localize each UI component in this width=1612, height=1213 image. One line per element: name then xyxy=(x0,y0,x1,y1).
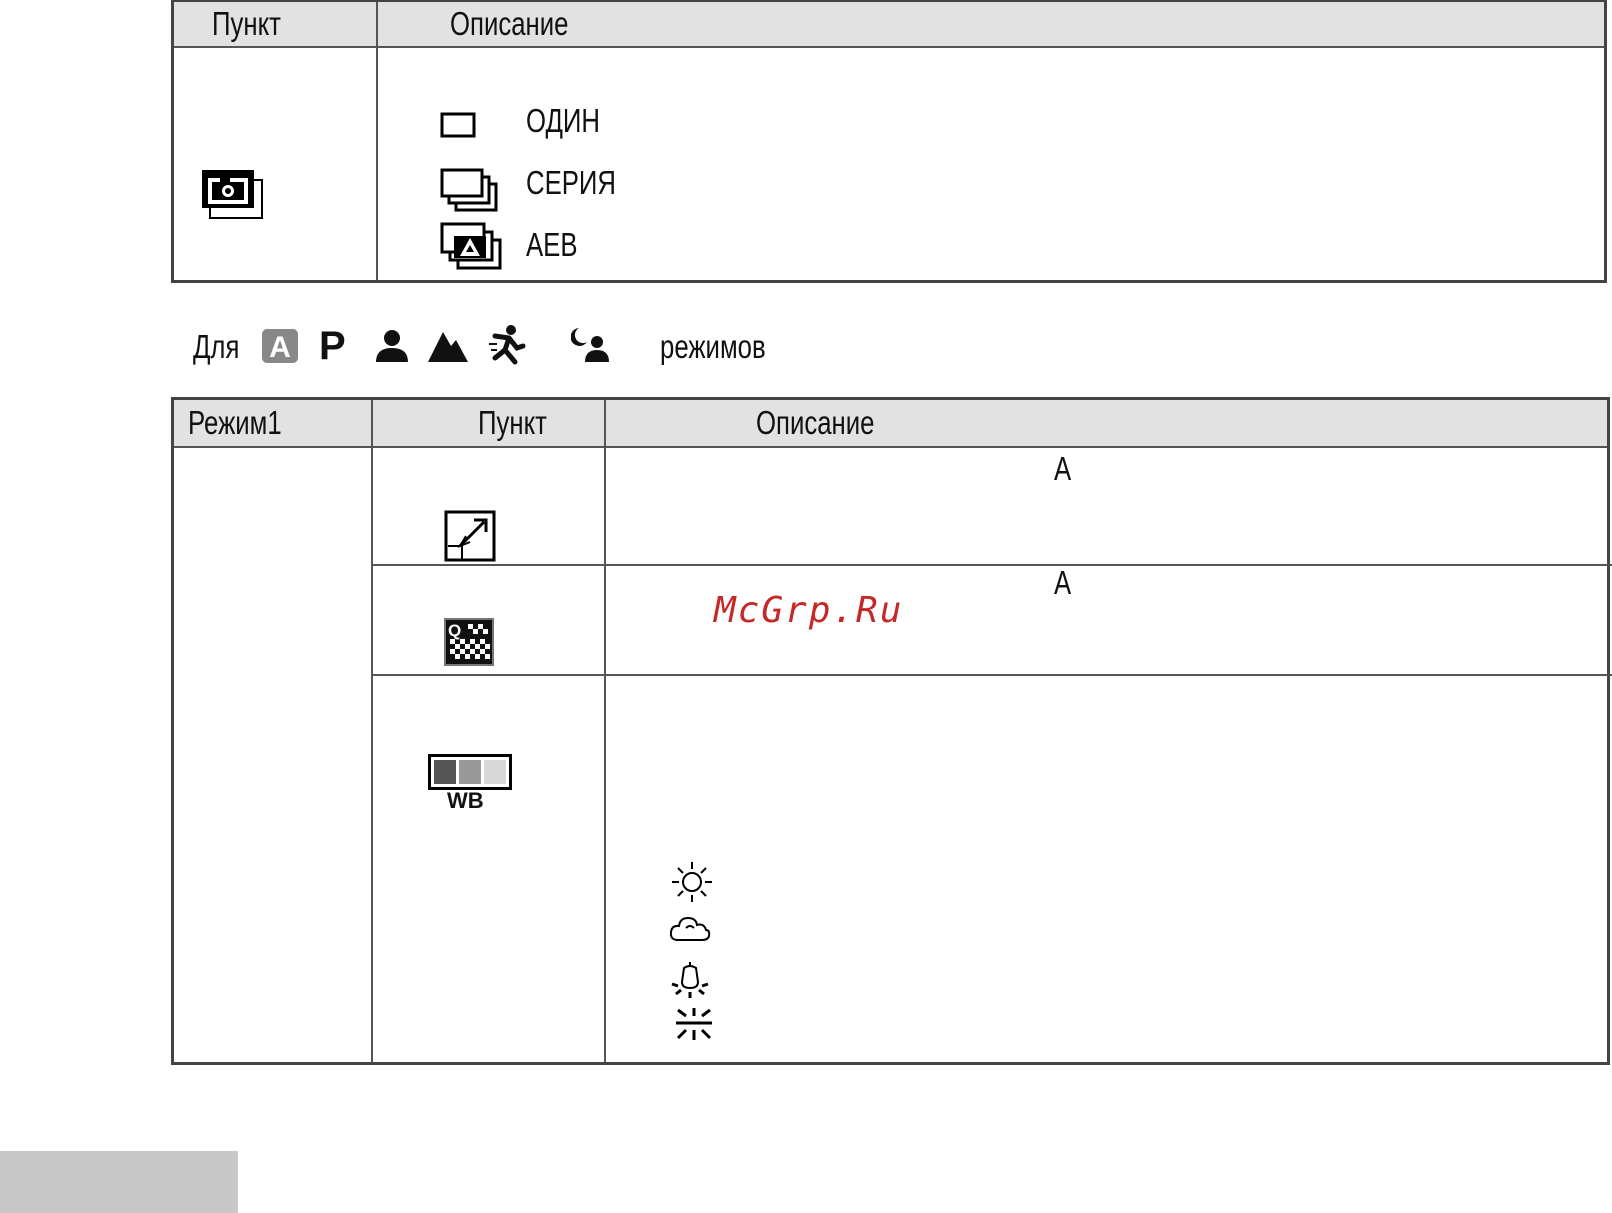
row-divider xyxy=(373,674,1612,676)
cloudy-icon xyxy=(669,916,711,941)
option-single-label: ОДИН xyxy=(526,102,600,139)
row-divider xyxy=(373,564,1612,566)
auto-mode-icon: A xyxy=(262,329,298,364)
header-item: Пункт xyxy=(212,5,281,42)
modes-prefix: Для xyxy=(193,328,240,365)
header-description: Описание xyxy=(450,5,569,42)
column-divider xyxy=(376,2,378,280)
modes-suffix: режимов xyxy=(660,328,766,365)
header-mode: Режим1 xyxy=(188,404,282,441)
quality-icon-letter: Q xyxy=(448,621,461,640)
fluorescent-icon xyxy=(676,1008,712,1040)
sunny-icon xyxy=(672,862,712,902)
quality-icon: Q xyxy=(444,618,494,666)
aeb-icon xyxy=(440,222,502,270)
watermark: McGrp.Ru xyxy=(714,590,904,631)
auto-mode-letter: A xyxy=(269,331,291,364)
row2-mark: A xyxy=(1054,564,1072,601)
column-divider xyxy=(371,400,373,1062)
drive-mode-icon xyxy=(202,170,263,219)
option-aeb-label: AEB xyxy=(526,226,578,263)
settings-table: Режим1 Пункт Описание A Q A McGrp.Ru WB xyxy=(171,397,1612,1065)
continuous-icon xyxy=(440,168,498,212)
option-continuous-label: СЕРИЯ xyxy=(526,164,617,201)
table-header xyxy=(174,400,1607,448)
header-item: Пункт xyxy=(478,404,547,441)
landscape-mode-icon xyxy=(428,332,468,362)
table-header xyxy=(174,2,1604,48)
sport-mode-icon xyxy=(489,325,526,365)
column-divider xyxy=(604,400,606,1062)
image-size-icon xyxy=(444,510,496,562)
program-mode-icon: P xyxy=(319,324,346,368)
white-balance-icon xyxy=(428,754,512,790)
drive-mode-table: Пункт Описание ОДИН СЕРИЯ AEB xyxy=(171,0,1607,283)
portrait-mode-icon xyxy=(376,330,408,362)
page-number-block xyxy=(0,1151,238,1213)
tungsten-icon xyxy=(671,962,709,998)
single-frame-icon xyxy=(440,112,476,138)
applicable-modes-line: Для A P режимов xyxy=(193,324,1093,374)
night-portrait-mode-icon xyxy=(571,328,609,362)
wb-label: WB xyxy=(447,788,484,813)
row1-mark: A xyxy=(1054,450,1072,487)
header-description: Описание xyxy=(756,404,875,441)
